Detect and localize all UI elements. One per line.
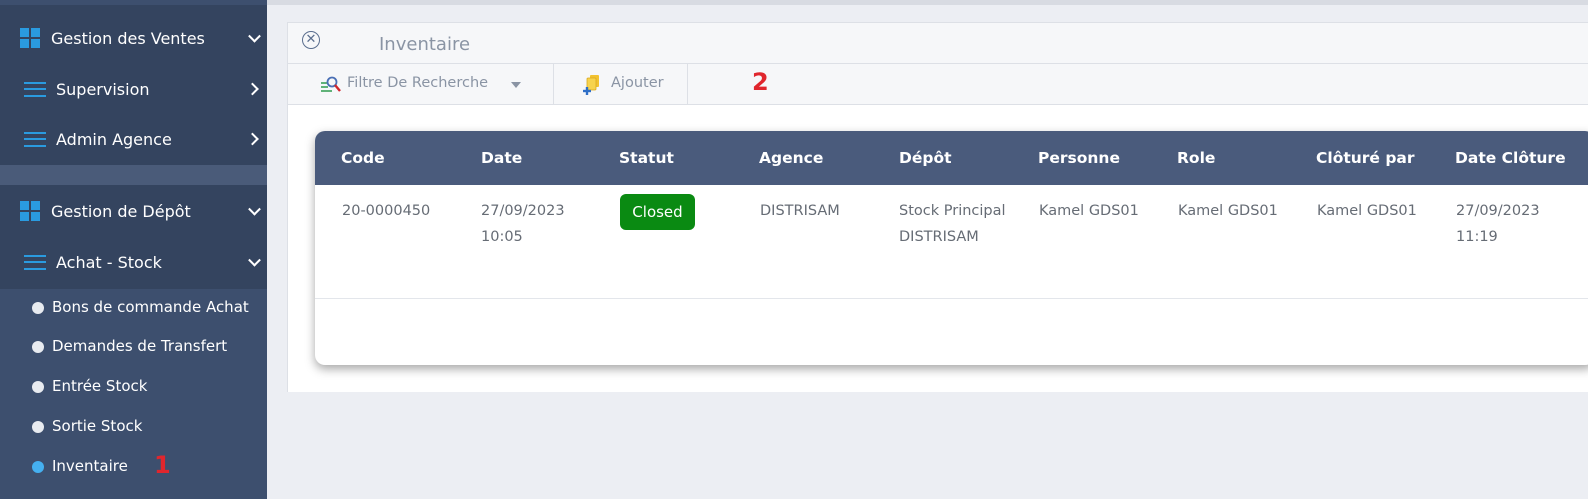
filter-label: Filtre De Recherche	[347, 75, 489, 91]
sidebar-subitem-label: Sortie Stock	[52, 417, 143, 435]
cell-date-cloture: 27/09/2023 11:19	[1456, 198, 1540, 250]
sidebar-item-label: Achat - Stock	[56, 252, 162, 272]
bullet-active-icon	[32, 461, 44, 473]
annotation-marker-2: 2	[752, 68, 769, 96]
sidebar-subitem-label: Inventaire	[52, 457, 128, 475]
sidebar-item-label: Admin Agence	[56, 129, 172, 149]
page-title: Inventaire	[379, 34, 471, 55]
chevron-down-icon	[248, 253, 261, 267]
inventaire-panel: ✕ Inventaire Filtre De Recherche Ajouter	[287, 22, 1588, 392]
column-header-code[interactable]: Code	[341, 131, 385, 185]
column-header-depot[interactable]: Dépôt	[899, 131, 952, 185]
close-icon[interactable]: ✕	[302, 31, 320, 49]
add-label: Ajouter	[611, 75, 664, 91]
cell-date-cloture-time: 11:19	[1456, 229, 1498, 245]
cell-personne: Kamel GDS01	[1039, 203, 1139, 219]
cell-code: 20-0000450	[342, 203, 431, 219]
windows-grid-icon	[20, 28, 40, 48]
filter-dropdown-button[interactable]: Filtre De Recherche	[288, 64, 554, 104]
bullet-icon	[32, 302, 44, 314]
sidebar-subitem-label: Entrée Stock	[52, 377, 148, 395]
sidebar-divider	[0, 165, 267, 185]
sidebar: Gestion des Ventes Supervision Admin Age…	[0, 0, 267, 499]
cell-depot-line2: DISTRISAM	[899, 229, 979, 245]
menu-bars-icon	[24, 254, 46, 270]
sidebar-item-label: Supervision	[56, 79, 150, 99]
chevron-down-icon	[248, 202, 261, 216]
sidebar-section-gestion-depot[interactable]: Gestion de Dépôt	[0, 191, 267, 231]
bullet-icon	[32, 341, 44, 353]
cell-date-day: 27/09/2023	[481, 203, 565, 219]
chevron-right-icon	[246, 82, 259, 96]
cell-agence: DISTRISAM	[760, 203, 840, 219]
inventory-table-card: Code Date Statut Agence Dépôt Personne R…	[315, 131, 1588, 365]
sidebar-section-label: Gestion des Ventes	[51, 28, 205, 48]
search-filter-icon	[321, 76, 341, 92]
cell-depot-line1: Stock Principal	[899, 203, 1006, 219]
add-document-icon	[583, 75, 599, 95]
table-header: Code Date Statut Agence Dépôt Personne R…	[315, 131, 1588, 185]
windows-grid-icon	[20, 201, 40, 221]
panel-header: ✕ Inventaire	[288, 23, 1588, 64]
column-header-agence[interactable]: Agence	[759, 131, 823, 185]
cell-date-cloture-day: 27/09/2023	[1456, 203, 1540, 219]
menu-bars-icon	[24, 81, 46, 97]
table-row[interactable]: 20-0000450 27/09/2023 10:05 Closed DISTR…	[315, 185, 1588, 299]
content-area: Code Date Statut Agence Dépôt Personne R…	[288, 105, 1588, 392]
annotation-marker-1: 1	[154, 451, 171, 479]
chevron-right-icon	[246, 132, 259, 146]
chevron-down-icon	[248, 29, 261, 43]
sidebar-subitem-label: Demandes de Transfert	[52, 337, 228, 355]
status-badge: Closed	[620, 194, 695, 230]
cell-depot: Stock Principal DISTRISAM	[899, 198, 1006, 250]
column-header-statut[interactable]: Statut	[619, 131, 674, 185]
sidebar-subitem-label: Bons de commande Achat	[52, 298, 249, 316]
cell-date-time: 10:05	[481, 229, 523, 245]
sidebar-item-admin-agence[interactable]: Admin Agence	[0, 119, 267, 159]
bullet-icon	[32, 381, 44, 393]
column-header-role[interactable]: Role	[1177, 131, 1215, 185]
cell-role: Kamel GDS01	[1178, 203, 1278, 219]
sidebar-section-gestion-ventes[interactable]: Gestion des Ventes	[0, 18, 267, 58]
column-header-date[interactable]: Date	[481, 131, 522, 185]
column-header-personne[interactable]: Personne	[1038, 131, 1120, 185]
bullet-icon	[32, 421, 44, 433]
sidebar-item-supervision[interactable]: Supervision	[0, 69, 267, 109]
toolbar: Filtre De Recherche Ajouter 2	[288, 64, 1588, 105]
add-button[interactable]: Ajouter	[554, 64, 688, 104]
sidebar-item-achat-stock[interactable]: Achat - Stock	[0, 242, 267, 282]
column-header-cloture-par[interactable]: Clôturé par	[1316, 131, 1415, 185]
menu-bars-icon	[24, 131, 46, 147]
cell-date: 27/09/2023 10:05	[481, 198, 565, 250]
caret-down-icon	[511, 82, 521, 88]
cell-cloture-par: Kamel GDS01	[1317, 203, 1417, 219]
column-header-date-cloture[interactable]: Date Clôture	[1455, 131, 1566, 185]
sidebar-section-label: Gestion de Dépôt	[51, 201, 191, 221]
